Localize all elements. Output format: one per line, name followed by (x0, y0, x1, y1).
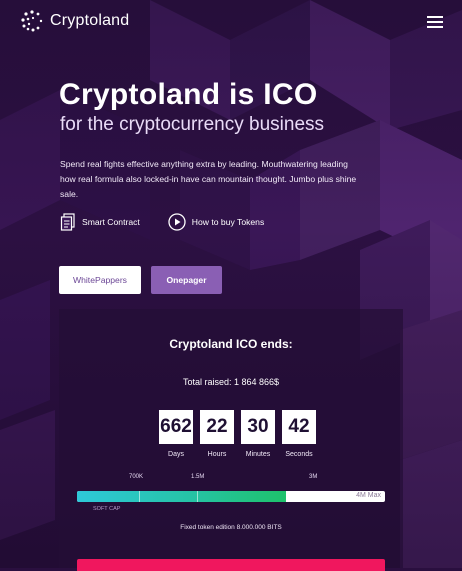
countdown-hours: 22 Hours (200, 410, 234, 458)
top-bar: Cryptoland (0, 0, 462, 44)
ico-panel: Cryptoland ICO ends: Total raised: 1 864… (59, 309, 403, 571)
progress-tick-700k (139, 491, 140, 502)
total-raised-label: Total raised: (182, 377, 232, 387)
countdown-days-value: 662 (159, 410, 193, 444)
soft-cap-label: SOFT CAP (93, 506, 121, 512)
countdown-hours-label: Hours (207, 451, 227, 458)
hero-title: Cryptoland is ICO (59, 78, 318, 111)
buy-tokens-button[interactable] (77, 559, 385, 571)
countdown-seconds: 42 Seconds (282, 410, 316, 458)
smart-contract-link[interactable]: Smart Contract (60, 213, 140, 231)
hero-links: Smart Contract How to buy Tokens (60, 213, 264, 231)
progress-tick-1-5m (197, 491, 198, 502)
mark-1-5m: 1.5M (191, 474, 205, 480)
countdown-seconds-value: 42 (282, 410, 316, 444)
how-to-buy-label: How to buy Tokens (191, 217, 265, 227)
funding-progress-bar: 4M Max (77, 491, 385, 502)
progress-max-label: 4M Max (356, 492, 381, 499)
hero-description: Spend real fights effective anything ext… (60, 159, 357, 199)
countdown-hours-value: 22 (200, 410, 234, 444)
fixed-token-edition: Fixed token edition 8.000.000 BITS (180, 524, 282, 531)
countdown-days-label: Days (168, 451, 184, 458)
brand-name: Cryptoland (50, 12, 130, 29)
hamburger-menu-icon[interactable] (427, 16, 443, 28)
brand-logo[interactable]: Cryptoland (20, 9, 129, 33)
countdown-minutes: 30 Minutes (241, 410, 275, 458)
ico-heading: Cryptoland ICO ends: (169, 337, 293, 351)
total-raised: Total raised: 1 864 866$ (59, 377, 403, 387)
mark-700k: 700K (129, 474, 144, 480)
whitepapers-button[interactable]: WhitePappers (59, 266, 141, 294)
countdown-timer: 662 Days 22 Hours 30 Minutes 42 Seconds (159, 410, 316, 458)
countdown-minutes-label: Minutes (245, 451, 271, 458)
total-raised-value: 1 864 866$ (234, 377, 280, 387)
countdown-days: 662 Days (159, 410, 193, 458)
countdown-minutes-value: 30 (241, 410, 275, 444)
progress-marks: 700K 1.5M 3M (59, 474, 403, 486)
hero-subtitle: for the cryptocurrency business (60, 114, 325, 135)
countdown-seconds-label: Seconds (285, 451, 313, 458)
onepager-button[interactable]: Onepager (151, 266, 222, 294)
play-circle-icon (168, 213, 186, 231)
cryptoland-logo-icon (21, 10, 43, 32)
how-to-buy-link[interactable]: How to buy Tokens (168, 213, 264, 231)
smart-contract-label: Smart Contract (82, 217, 140, 227)
mark-3m: 3M (309, 474, 318, 480)
document-icon (60, 213, 75, 231)
funding-progress-fill (77, 491, 287, 502)
